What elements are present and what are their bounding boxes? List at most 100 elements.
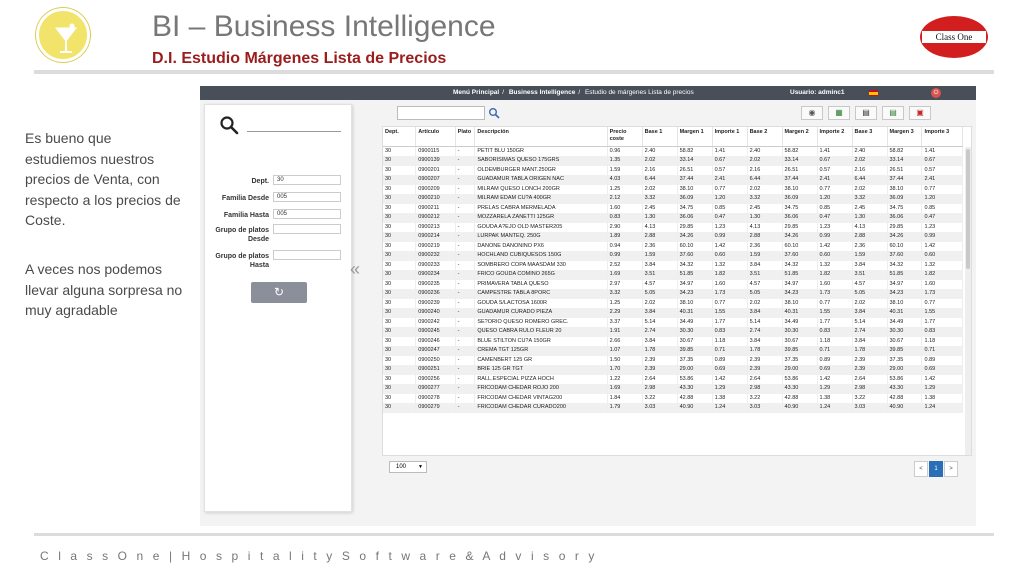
table-cell: - bbox=[455, 327, 476, 337]
table-row[interactable]: 30 0900214- LURPAK MANTEQ. 250G 1.89 2.88 34.… bbox=[383, 232, 963, 242]
column-header[interactable]: Descripción bbox=[474, 127, 608, 147]
table-cell: - bbox=[455, 298, 476, 308]
table-row[interactable]: 30 0900139- SABORISIMAS QUESO 175GRS 1.35 2.… bbox=[383, 156, 963, 166]
column-header[interactable]: Artículo bbox=[415, 127, 456, 147]
table-cell: 30 bbox=[383, 175, 417, 185]
table-row[interactable]: 30 0900210- MILRAM EDAM CU?A 400GR 2.12 3.32… bbox=[383, 194, 963, 204]
table-cell: 30 bbox=[383, 393, 417, 403]
grid-search-input[interactable] bbox=[397, 106, 485, 120]
excel-icon[interactable]: ▦ bbox=[828, 106, 850, 120]
table-cell: 2.39 bbox=[642, 355, 678, 365]
scrollbar-thumb[interactable] bbox=[966, 149, 970, 269]
search-icon[interactable] bbox=[219, 115, 239, 135]
table-cell: 2.41 bbox=[712, 175, 748, 185]
pdf-icon[interactable]: ▣ bbox=[909, 106, 931, 120]
column-header[interactable]: Importe 1 bbox=[712, 127, 748, 147]
table-cell: 0900207 bbox=[415, 175, 456, 185]
table-row[interactable]: 30 0900250- CAMENBERT 125 GR 1.50 2.39 37.35 0… bbox=[383, 355, 963, 365]
column-header[interactable]: Dept. bbox=[383, 127, 417, 147]
eye-icon[interactable]: ◉ bbox=[801, 106, 823, 120]
table-row[interactable]: 30 0900239- GOUDA S/LACTOSA 1600R 1.25 2.02 3… bbox=[383, 298, 963, 308]
table-cell: 0.85 bbox=[817, 203, 853, 213]
refresh-button[interactable]: ↻ bbox=[251, 282, 307, 303]
table-cell: 1.38 bbox=[712, 393, 748, 403]
table-row[interactable]: 30 0900115- PETIT BLU 150GR 0.96 2.40 58.82 1.… bbox=[383, 146, 963, 156]
column-header[interactable]: Margen 2 bbox=[782, 127, 818, 147]
table-cell: 1.59 bbox=[852, 251, 888, 261]
grupo-hasta-input[interactable] bbox=[273, 250, 341, 260]
familia-hasta-input[interactable]: 005 bbox=[273, 209, 341, 219]
table-cell: 0900235 bbox=[415, 279, 456, 289]
table-cell: SE?ORIO QUESO ROMERO GREC. bbox=[474, 317, 608, 327]
grid-search-icon[interactable] bbox=[488, 107, 500, 119]
table-row[interactable]: 30 0900233- SOMBRERO COPA MAASDAM 330 2.52 3… bbox=[383, 260, 963, 270]
familia-desde-input[interactable]: 005 bbox=[273, 192, 341, 202]
prev-page-button[interactable]: < bbox=[914, 461, 928, 477]
table-cell: 1.30 bbox=[747, 213, 783, 223]
column-header[interactable]: Margen 1 bbox=[677, 127, 713, 147]
table-cell: 1.42 bbox=[817, 241, 853, 251]
table-cell: 30 bbox=[383, 270, 417, 280]
table-row[interactable]: 30 0900207- GUADAMUR TABLA ORIGEN NAC 4.03 6… bbox=[383, 175, 963, 185]
grupo-desde-input[interactable] bbox=[273, 224, 341, 234]
dept-input[interactable]: 30 bbox=[273, 175, 341, 185]
table-cell: 1.23 bbox=[712, 222, 748, 232]
table-row[interactable]: 30 0900247- CREMA TGT 125GR 1.07 1.78 39.85 0.… bbox=[383, 346, 963, 356]
table-row[interactable]: 30 0900256- RALL.ESPECIAL PIZZA HOCH 1.22 2.… bbox=[383, 374, 963, 384]
column-header[interactable]: Base 1 bbox=[642, 127, 678, 147]
table-row[interactable]: 30 0900232- HOCHLAND CUBIQUESOS 150G 0.99 1.… bbox=[383, 251, 963, 261]
table-row[interactable]: 30 0900278- FRICODAM CHEDAR VINTAG200 1.84 3… bbox=[383, 393, 963, 403]
table-cell: - bbox=[455, 384, 476, 394]
table-row[interactable]: 30 0900235- PRIMAVERA TABLA QUESO 2.97 4.57 3… bbox=[383, 279, 963, 289]
print-alt-icon[interactable]: ▤ bbox=[882, 106, 904, 120]
table-row[interactable]: 30 0900240- GUADAMUR CURADO PIEZA 2.29 3.84 4… bbox=[383, 308, 963, 318]
table-cell: 0.85 bbox=[921, 203, 963, 213]
table-row[interactable]: 30 0900246- BLUE STILTON CU?A 150GR 2.66 3.8… bbox=[383, 336, 963, 346]
table-scrollbar[interactable] bbox=[965, 147, 971, 455]
table-row[interactable]: 30 0900201- OLDEMBURGER MANT.250GR 1.59 2.16… bbox=[383, 165, 963, 175]
table-cell: 37.44 bbox=[887, 175, 923, 185]
table-cell: 0900213 bbox=[415, 222, 456, 232]
page-1-button[interactable]: 1 bbox=[929, 461, 943, 477]
table-row[interactable]: 30 0900245- QUESO CABRA RULO FLEUR 20 1.91 2… bbox=[383, 327, 963, 337]
table-cell: GUADAMUR CURADO PIEZA bbox=[474, 308, 608, 318]
table-row[interactable]: 30 0900234- FRICO GOUDA COMINO 265G 1.69 3.5… bbox=[383, 270, 963, 280]
table-cell: - bbox=[455, 175, 476, 185]
column-header[interactable]: Importe 2 bbox=[817, 127, 853, 147]
table-row[interactable]: 30 0900213- GOUDA A?EJO OLD MASTER205 2.90 4… bbox=[383, 222, 963, 232]
table-row[interactable]: 30 0900211- PRELAS CABRA MERMELADA 1.60 2.45… bbox=[383, 203, 963, 213]
breadcrumb-section[interactable]: Business Intelligence bbox=[509, 89, 575, 96]
column-header[interactable]: Base 2 bbox=[747, 127, 783, 147]
breadcrumb-home[interactable]: Menú Principal bbox=[453, 89, 499, 96]
column-header[interactable]: Precio coste bbox=[607, 127, 643, 147]
table-cell: 1.55 bbox=[712, 308, 748, 318]
column-header[interactable]: Margen 3 bbox=[887, 127, 923, 147]
table-cell: 34.49 bbox=[677, 317, 713, 327]
table-cell: 0900232 bbox=[415, 251, 456, 261]
table-row[interactable]: 30 0900219- DANONE DANONINO PX6 0.94 2.36 60.… bbox=[383, 241, 963, 251]
table-row[interactable]: 30 0900279- FRICODAM CHEDAR CURADO200 1.79 3… bbox=[383, 403, 963, 413]
table-cell: 2.88 bbox=[747, 232, 783, 242]
column-header[interactable]: Importe 3 bbox=[921, 127, 963, 147]
print-icon[interactable]: ▤ bbox=[855, 106, 877, 120]
page-size-select[interactable]: 100 ▼ bbox=[389, 461, 427, 473]
table-row[interactable]: 30 0900242- SE?ORIO QUESO ROMERO GREC. 3.37… bbox=[383, 317, 963, 327]
table-cell: 2.64 bbox=[642, 374, 678, 384]
next-page-button[interactable]: > bbox=[944, 461, 958, 477]
table-row[interactable]: 30 0900251- BRIE 125 GR TGT 1.70 2.39 29.00 0.… bbox=[383, 365, 963, 375]
power-icon[interactable]: ⏻ bbox=[931, 88, 941, 98]
spain-flag-icon[interactable] bbox=[869, 90, 878, 96]
column-header[interactable]: Plato bbox=[455, 127, 476, 147]
table-cell: 29.85 bbox=[887, 222, 923, 232]
table-row[interactable]: 30 0900277- FRICODAM CHEDAR ROJO 200 1.69 2.… bbox=[383, 384, 963, 394]
table-cell: 1.25 bbox=[607, 298, 643, 308]
table-cell: - bbox=[455, 251, 476, 261]
table-row[interactable]: 30 0900236- CAMPESTRE TABLA 8PORC 3.32 5.05 3… bbox=[383, 289, 963, 299]
table-cell: 5.14 bbox=[747, 317, 783, 327]
collapse-panel-icon[interactable]: « bbox=[350, 260, 360, 278]
table-cell: 29.00 bbox=[677, 365, 713, 375]
table-row[interactable]: 30 0900209- MILRAM QUESO LONCH 200GR 1.25 2.… bbox=[383, 184, 963, 194]
table-row[interactable]: 30 0900212- MOZZARELA ZANETTI 125GR 0.83 1.3… bbox=[383, 213, 963, 223]
table-cell: 2.40 bbox=[852, 146, 888, 156]
column-header[interactable]: Base 3 bbox=[852, 127, 888, 147]
